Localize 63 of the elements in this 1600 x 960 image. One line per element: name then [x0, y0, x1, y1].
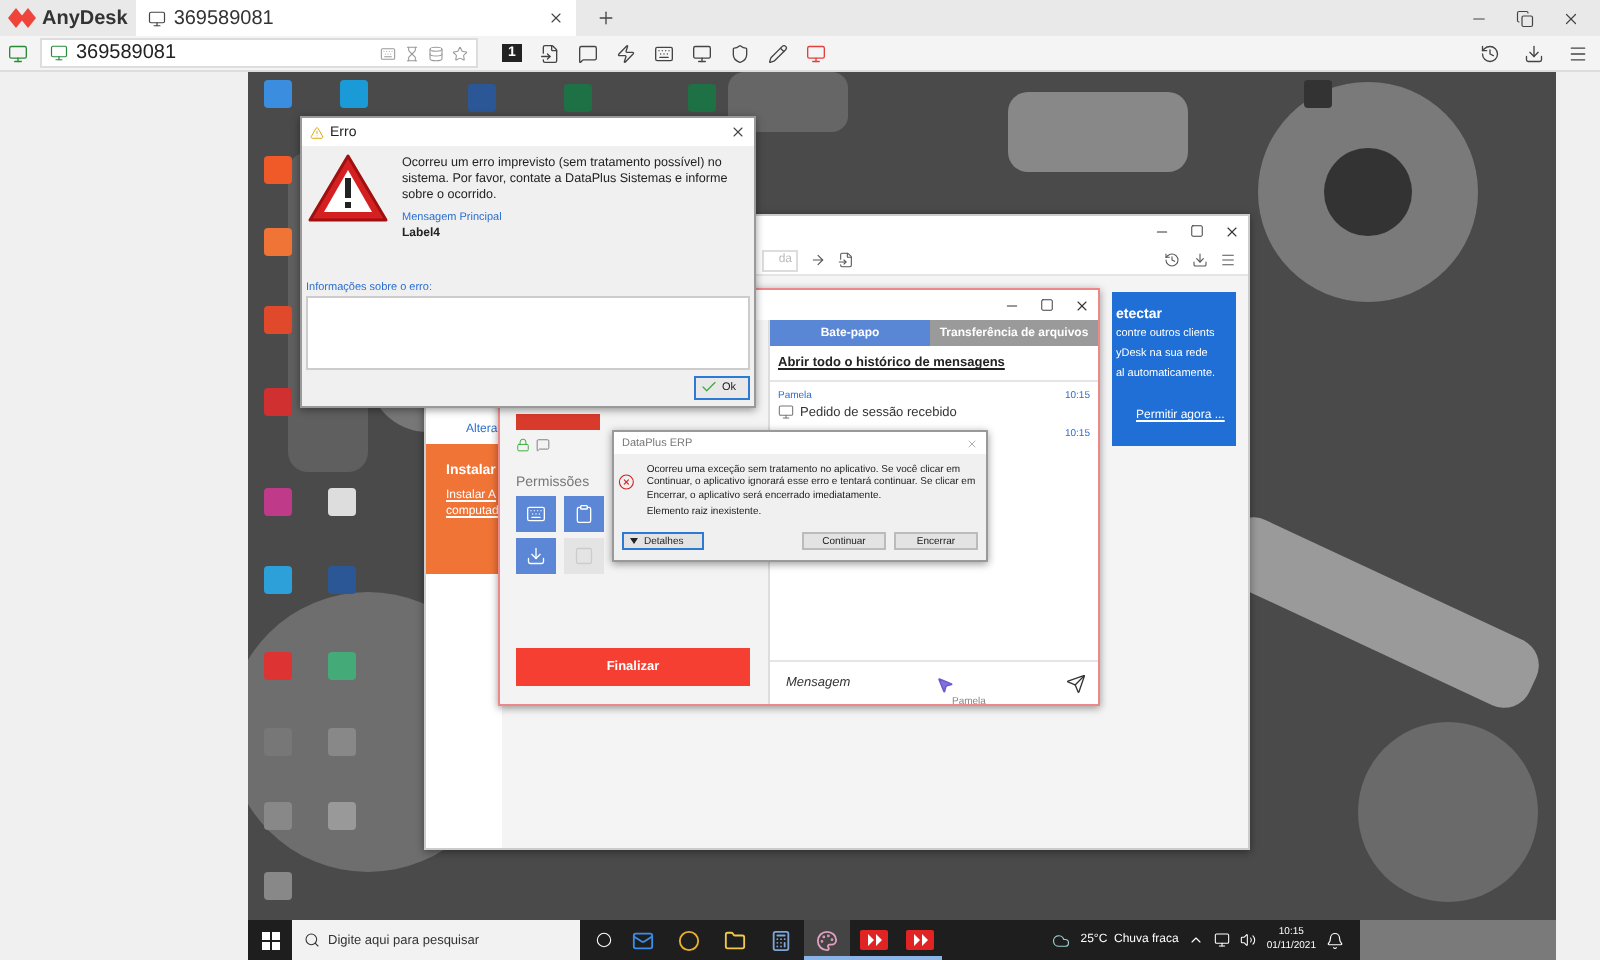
send-icon[interactable]: [1066, 673, 1086, 693]
notification-icon[interactable]: [1326, 931, 1344, 949]
keyboard-icon[interactable]: [653, 43, 674, 63]
menu-icon[interactable]: [1568, 43, 1588, 63]
lightning-icon[interactable]: [615, 43, 636, 63]
remote-desktop-icon: [859, 930, 887, 950]
restore-icon[interactable]: [1516, 9, 1534, 27]
permission-toggle[interactable]: [564, 538, 604, 574]
session-tab[interactable]: 369589081: [135, 0, 576, 36]
task-view-icon[interactable]: [596, 932, 612, 948]
record-icon[interactable]: [805, 43, 826, 63]
session-icon: [778, 404, 794, 420]
menu-icon[interactable]: [1220, 252, 1236, 268]
clipboard-icon: [574, 504, 594, 524]
file-icon[interactable]: [838, 252, 854, 268]
cursor-icon: [936, 676, 954, 694]
network-icon[interactable]: [1214, 932, 1231, 948]
anydesk-logo-icon: [8, 8, 36, 28]
mail-icon: [632, 929, 654, 951]
chat-icon[interactable]: [577, 43, 598, 63]
browser-icon: [678, 929, 700, 951]
palette-icon: [816, 929, 838, 951]
warning-icon: [306, 152, 390, 224]
pen-icon[interactable]: [767, 43, 788, 63]
app-name: AnyDesk: [42, 7, 128, 29]
arrow-icon[interactable]: [810, 252, 826, 268]
file-icon[interactable]: [539, 43, 560, 63]
address-field[interactable]: 369589081: [40, 38, 478, 68]
caret-icon: [630, 538, 638, 544]
maximize-icon[interactable]: [1190, 223, 1204, 237]
star-icon[interactable]: [452, 45, 468, 61]
shield-icon[interactable]: [729, 43, 750, 63]
close-icon[interactable]: [547, 10, 564, 26]
volume-icon[interactable]: [1240, 932, 1257, 948]
check-icon: [700, 378, 718, 397]
square-icon: [574, 546, 594, 566]
permission-toggle[interactable]: [516, 538, 556, 574]
keyboard-icon: [526, 504, 546, 524]
folder-icon: [724, 929, 746, 951]
history-icon[interactable]: [1164, 252, 1180, 268]
close-icon[interactable]: [1074, 297, 1090, 313]
weather-icon[interactable]: [1052, 931, 1071, 949]
error-info-field[interactable]: [306, 295, 750, 370]
start-icon[interactable]: [261, 931, 279, 949]
download-icon: [526, 546, 546, 566]
close-icon[interactable]: [1562, 9, 1580, 27]
warning-icon: [310, 125, 324, 139]
remote-desktop-icon: [905, 930, 933, 950]
close-icon[interactable]: [1224, 223, 1240, 239]
hourglass-icon[interactable]: [404, 45, 420, 61]
close-icon[interactable]: [730, 124, 746, 140]
search-icon: [304, 932, 320, 948]
accent-bar: [516, 414, 600, 430]
download-icon[interactable]: [1192, 252, 1208, 268]
permission-toggle[interactable]: [564, 496, 604, 532]
database-icon[interactable]: [428, 45, 444, 61]
new-tab-icon[interactable]: [595, 8, 616, 28]
download-icon[interactable]: [1524, 43, 1544, 63]
calculator-icon: [770, 929, 792, 951]
lock-icon: [516, 438, 530, 452]
maximize-icon[interactable]: [1040, 297, 1054, 311]
permission-toggle[interactable]: [516, 496, 556, 532]
history-icon[interactable]: [1480, 43, 1500, 63]
